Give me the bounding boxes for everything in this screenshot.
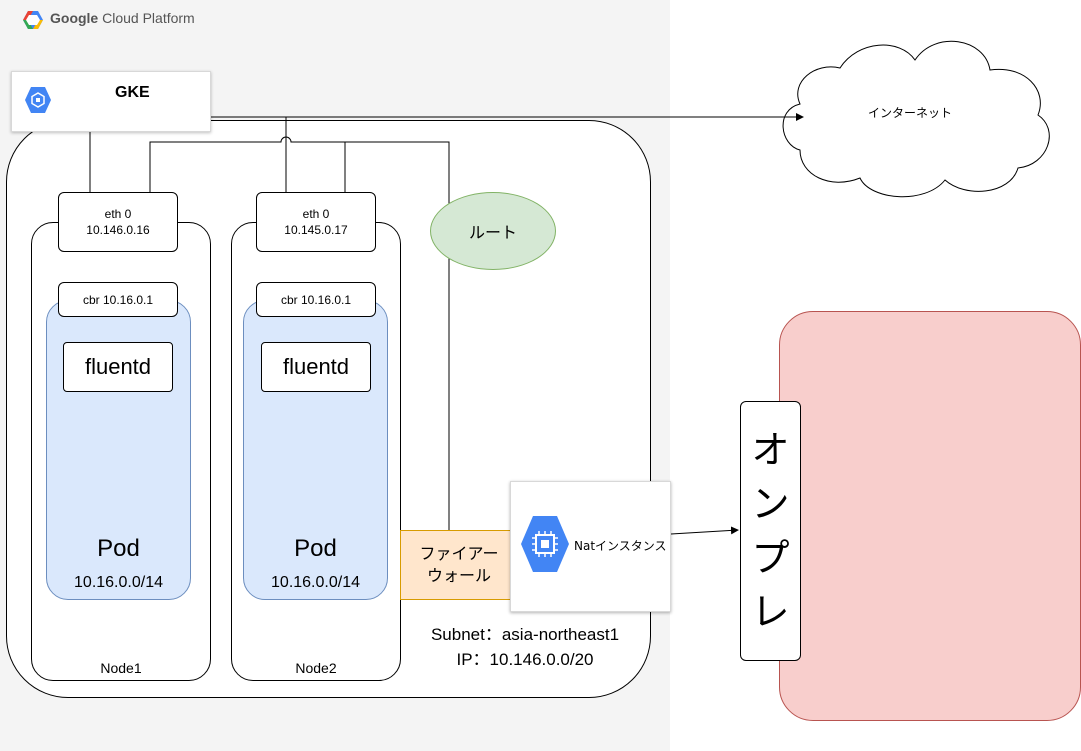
gke-icon xyxy=(24,86,52,114)
firewall-label-line1: ファイアー xyxy=(419,544,499,563)
node-2-pod-label: Pod xyxy=(294,535,337,562)
route-ellipse: ルート xyxy=(430,192,556,270)
subnet-ip-range: IP：10.146.0.0/20 xyxy=(456,650,594,669)
node-1-pod-label: Pod xyxy=(97,535,140,562)
onprem-char-4: レ xyxy=(751,590,790,634)
onprem-char-1: オ xyxy=(751,428,790,472)
node-2-cbr-label: cbr 10.16.0.1 xyxy=(280,292,352,307)
node-1-fluentd-label: fluentd xyxy=(84,354,152,379)
node-1-eth0-title: eth 0 xyxy=(104,207,132,221)
node-1-eth0-box: eth 0 10.146.0.16 xyxy=(58,192,178,252)
onprem-char-3: プ xyxy=(751,536,790,580)
subnet-name: Subnet：asia-northeast1 xyxy=(430,625,620,644)
gke-label: GKE xyxy=(115,84,150,101)
onprem-char-2: ン xyxy=(751,482,790,526)
onprem-label-box: オ ン プ レ xyxy=(740,401,801,661)
node-1-label: Node1 xyxy=(100,660,142,676)
route-label: ルート xyxy=(468,223,517,242)
node-2-eth0-box: eth 0 10.145.0.17 xyxy=(256,192,376,252)
node-2-fluentd-box: fluentd xyxy=(261,342,371,392)
node-2-eth0-ip: 10.145.0.17 xyxy=(284,223,348,237)
node-1-cbr-box: cbr 10.16.0.1 xyxy=(58,282,178,317)
compute-engine-icon xyxy=(520,515,570,573)
node-2-label: Node2 xyxy=(295,660,337,676)
node-1-fluentd-box: fluentd xyxy=(63,342,173,392)
node-2-eth0-title: eth 0 xyxy=(302,207,330,221)
onprem-region xyxy=(779,311,1081,721)
node-1-pod-cidr: 10.16.0.0/14 xyxy=(74,574,163,591)
subnet-info: Subnet：asia-northeast1 IP：10.146.0.0/20 xyxy=(400,622,650,672)
node-1-eth0-ip: 10.146.0.16 xyxy=(86,223,150,237)
firewall-box: ファイアー ウォール xyxy=(400,530,518,600)
node-2-fluentd-label: fluentd xyxy=(282,354,350,379)
node-2-cbr-box: cbr 10.16.0.1 xyxy=(256,282,376,317)
node-1-cbr-label: cbr 10.16.0.1 xyxy=(82,292,154,307)
node-2-pod-cidr: 10.16.0.0/14 xyxy=(271,574,360,591)
firewall-label-line2: ウォール xyxy=(426,566,491,585)
nat-instance-label: Natインスタンス xyxy=(574,539,667,553)
